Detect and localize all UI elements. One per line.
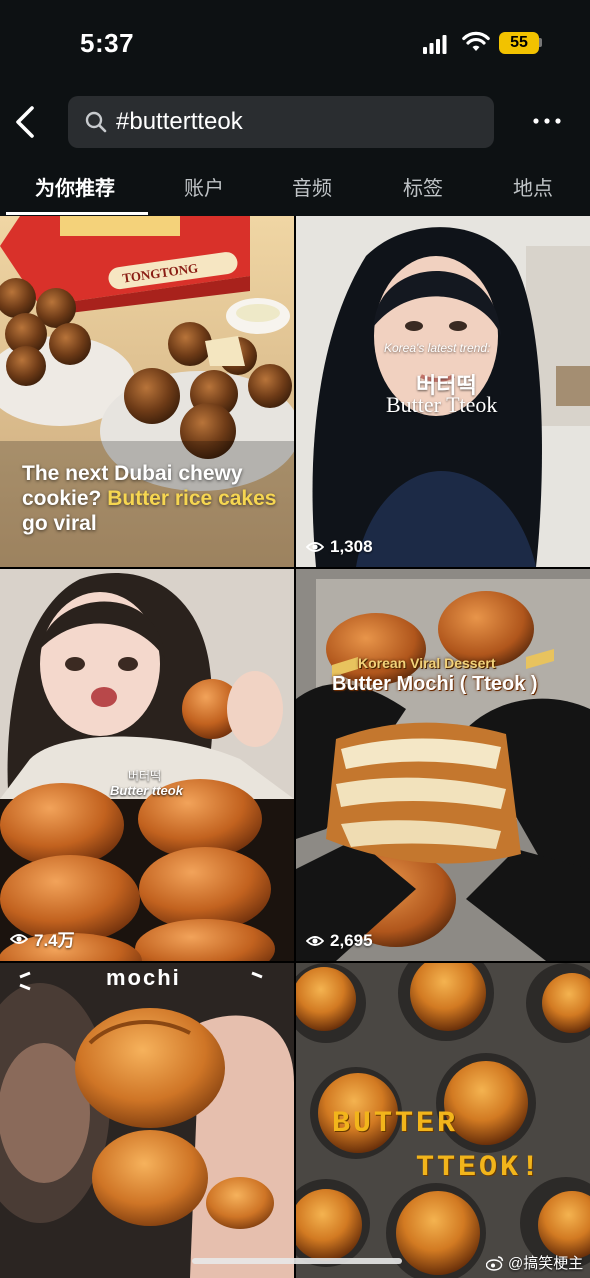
battery-indicator: 55	[499, 32, 539, 54]
tab-bar: 为你推荐 账户 音频 标签 地点	[0, 158, 590, 216]
tab-audio[interactable]: 音频	[292, 172, 332, 201]
overlay-line-1: BUTTER	[332, 1107, 459, 1141]
view-count-value: 2,695	[330, 931, 373, 950]
tile-1-caption: The next Dubai chewy cookie? Butter rice…	[22, 461, 282, 536]
caption-highlight: Butter rice cakes	[107, 487, 277, 510]
tile-4-thumbnail	[296, 569, 590, 961]
view-count-value: 7.4万	[34, 931, 75, 950]
view-count: 2,695	[306, 931, 373, 951]
overlay-english: Butter tteok	[110, 783, 183, 798]
chevron-left-icon[interactable]	[8, 100, 44, 144]
watermark-text: @搞笑梗主	[508, 1255, 584, 1272]
video-tile-2[interactable]: Korea's latest trend: 버터떡 Butter Tteok 1…	[296, 216, 590, 567]
overlay-line-2: TTEOK!	[416, 1151, 543, 1185]
overlay-line-1: Korean Viral Dessert	[358, 655, 496, 671]
caption-text-end: go viral	[22, 512, 97, 535]
wifi-icon	[462, 31, 490, 51]
overlay-english: Butter Tteok	[386, 392, 498, 417]
watermark: @搞笑梗主	[486, 1252, 583, 1273]
clock: 5:37	[80, 28, 135, 58]
video-tile-5[interactable]: mochi	[0, 963, 294, 1278]
search-input[interactable]: #buttertteok	[68, 96, 494, 148]
home-indicator[interactable]	[192, 1258, 402, 1264]
video-tile-3[interactable]: 버터떡 Butter tteok 7.4万	[0, 569, 294, 961]
eye-icon	[306, 542, 324, 552]
tile-5-thumbnail	[0, 963, 294, 1278]
battery-cap	[539, 38, 542, 47]
overlay-subtitle: Korea's latest trend:	[384, 341, 491, 355]
ellipsis-icon[interactable]	[530, 108, 564, 134]
view-count: 7.4万	[10, 926, 75, 951]
tab-recommended[interactable]: 为你推荐	[35, 172, 115, 201]
eye-icon	[10, 933, 28, 944]
tab-accounts[interactable]: 账户	[184, 172, 224, 201]
tile-3-thumbnail	[0, 569, 294, 961]
tab-active-indicator	[6, 212, 148, 215]
video-tile-4[interactable]: Korean Viral Dessert Butter Mochi ( Tteo…	[296, 569, 590, 961]
eye-icon	[306, 936, 324, 946]
tab-places[interactable]: 地点	[513, 172, 553, 201]
tab-hashtags[interactable]: 标签	[403, 172, 443, 201]
view-count-value: 1,308	[330, 537, 373, 556]
video-tile-6[interactable]: BUTTER TTEOK!	[296, 963, 590, 1278]
search-icon	[85, 111, 107, 133]
overlay-korean: 버터떡	[128, 769, 162, 783]
cellular-signal-icon	[423, 35, 447, 54]
weibo-logo-icon	[486, 1255, 504, 1271]
overlay-text: mochi	[106, 965, 181, 990]
video-tile-1[interactable]: TONGTONG The next Dubai chewy cookie? Bu…	[0, 216, 294, 567]
search-query: #buttertteok	[116, 108, 243, 135]
view-count: 1,308	[306, 537, 373, 557]
results-grid: TONGTONG The next Dubai chewy cookie? Bu…	[0, 216, 590, 1278]
status-bar: 5:37 55	[0, 0, 590, 88]
overlay-line-2: Butter Mochi ( Tteok )	[332, 673, 538, 695]
top-nav: #buttertteok 为你推荐 账户 音频 标签 地点	[0, 88, 590, 216]
